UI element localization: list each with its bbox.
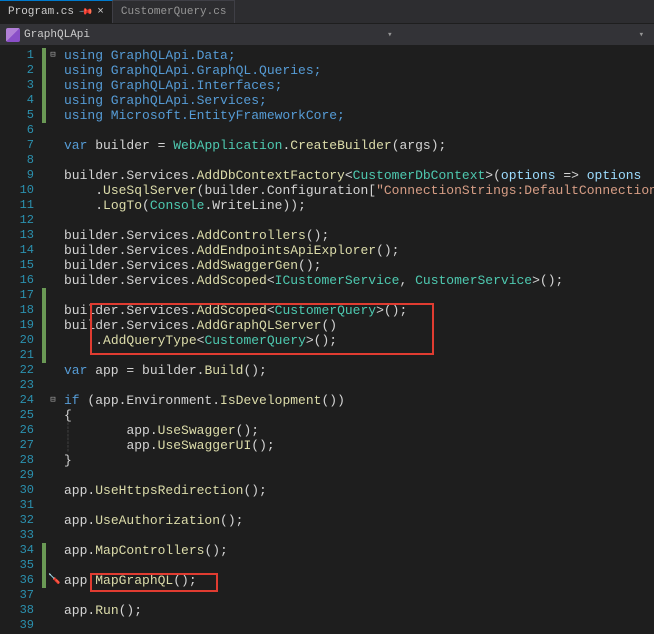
line-number: 5 [0,108,42,123]
code-editor[interactable]: 1⊟ 2 3 4 5 6 7 8 9 10 11 12 13 14 15 16 … [0,46,654,634]
code-line: ┊ app.UseSwagger(); [64,423,654,438]
line-number: 24 [0,393,42,408]
code-line: app.UseAuthorization(); [64,513,654,528]
nav-bar: GraphQLApi ▾ ▾ [0,24,654,46]
chevron-down-icon[interactable]: ▾ [383,30,396,40]
code-line: if (app.Environment.IsDevelopment()) [64,393,654,408]
code-line: app.MapGraphQL(); [64,573,654,588]
code-line: .LogTo(Console.WriteLine)); [64,198,654,213]
line-number: 15 [0,258,42,273]
code-line: builder.Services.AddScoped<CustomerQuery… [64,303,654,318]
code-line: { [64,408,654,423]
csharp-project-icon [6,28,20,42]
close-icon[interactable]: × [97,6,104,18]
code-line: using GraphQLApi.Interfaces; [64,78,282,93]
line-number: 10 [0,183,42,198]
line-number: 11 [0,198,42,213]
line-number: 20 [0,333,42,348]
line-number: 23 [0,378,42,393]
code-line: builder.Services.AddSwaggerGen(); [64,258,654,273]
line-number: 39 [0,618,42,633]
line-number: 25 [0,408,42,423]
line-number: 14 [0,243,42,258]
pin-icon[interactable]: 📌 [78,4,93,19]
line-number: 9 [0,168,42,183]
line-number: 8 [0,153,42,168]
code-line: ┊ app.UseSwaggerUI(); [64,438,654,453]
code-line: builder.Services.AddControllers(); [64,228,654,243]
line-number: 32 [0,513,42,528]
line-number: 27 [0,438,42,453]
line-number: 22 [0,363,42,378]
line-number: 21 [0,348,42,363]
quick-actions-icon[interactable]: 🪛 [48,573,60,588]
line-number: 34 [0,543,42,558]
code-line: builder.Services.AddScoped<ICustomerServ… [64,273,654,288]
tab-program-cs[interactable]: Program.cs 📌 × [0,0,113,23]
code-area[interactable]: using GraphQLApi.Data; using GraphQLApi.… [60,46,654,634]
line-number: 17 [0,288,42,303]
code-line: app.Run(); [64,603,654,618]
line-number: 38 [0,603,42,618]
line-number: 29 [0,468,42,483]
fold-icon[interactable]: ⊟ [46,48,60,63]
line-number: 19 [0,318,42,333]
code-line: .AddQueryType<CustomerQuery>(); [64,333,654,348]
line-number: 28 [0,453,42,468]
nav-project-dropdown[interactable]: GraphQLApi [24,29,379,41]
line-number: 16 [0,273,42,288]
tab-label: CustomerQuery.cs [121,6,227,18]
line-number: 7 [0,138,42,153]
code-line: var app = builder.Build(); [64,363,654,378]
code-line: app.MapControllers(); [64,543,654,558]
line-number: 35 [0,558,42,573]
tab-bar: Program.cs 📌 × CustomerQuery.cs [0,0,654,24]
line-number: 31 [0,498,42,513]
line-number: 12 [0,213,42,228]
line-number: 18 [0,303,42,318]
line-number: 36 [0,573,42,588]
chevron-down-icon[interactable]: ▾ [635,30,648,40]
code-line: } [64,453,654,468]
tab-customerquery-cs[interactable]: CustomerQuery.cs [113,0,236,23]
line-number: 4 [0,93,42,108]
code-line: using GraphQLApi.GraphQL.Queries; [64,63,321,78]
tab-label: Program.cs [8,6,74,18]
fold-icon[interactable]: ⊟ [46,393,60,408]
line-number: 3 [0,78,42,93]
line-number: 33 [0,528,42,543]
code-line: using GraphQLApi.Data; [64,48,236,63]
line-number: 26 [0,423,42,438]
code-line: builder.Services.AddGraphQLServer() [64,318,654,333]
line-number: 37 [0,588,42,603]
code-line: var builder = WebApplication.CreateBuild… [64,138,654,153]
code-line: .UseSqlServer(builder.Configuration["Con… [64,183,654,198]
gutter: 1⊟ 2 3 4 5 6 7 8 9 10 11 12 13 14 15 16 … [0,46,60,634]
code-line: using GraphQLApi.Services; [64,93,267,108]
code-line: using Microsoft.EntityFrameworkCore; [64,108,345,123]
line-number: 2 [0,63,42,78]
code-line: builder.Services.AddEndpointsApiExplorer… [64,243,654,258]
line-number: 6 [0,123,42,138]
code-line: app.UseHttpsRedirection(); [64,483,654,498]
line-number: 13 [0,228,42,243]
code-line: builder.Services.AddDbContextFactory<Cus… [64,168,654,183]
line-number: 1 [0,48,42,63]
line-number: 30 [0,483,42,498]
